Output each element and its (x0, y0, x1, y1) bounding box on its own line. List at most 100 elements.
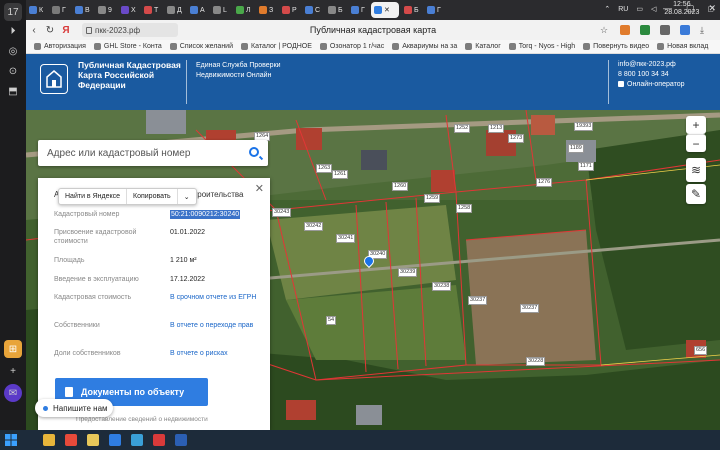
browser-tab[interactable]: Г (348, 2, 369, 18)
close-tab-icon[interactable]: ✕ (384, 6, 390, 14)
browser-tab[interactable]: Л (233, 2, 254, 18)
contact-email[interactable]: info@пкк-2023.рф (618, 60, 685, 70)
browser-tab[interactable]: Х (118, 2, 139, 18)
browser-tab[interactable]: А (187, 2, 208, 18)
zoom-in-button[interactable]: + (686, 116, 706, 134)
extension-icon[interactable] (640, 25, 650, 35)
clock[interactable]: 12:56 28.08.2023 (664, 1, 699, 17)
windows-start-icon[interactable] (0, 431, 22, 449)
cadastral-value-link[interactable]: В срочном отчете из ЕГРН (170, 293, 266, 302)
word-icon[interactable] (170, 431, 192, 449)
tray-chevron-icon[interactable]: ⌃ (604, 5, 610, 13)
browser-tab[interactable]: Р (279, 2, 300, 18)
parcel-number[interactable]: 54 (326, 316, 337, 325)
volume-icon[interactable]: ◁ (651, 5, 656, 13)
parcel-number[interactable]: 1213 (488, 124, 505, 133)
notifications-icon[interactable]: ▢ (707, 5, 714, 13)
parcel-number[interactable]: 1261 (332, 170, 349, 179)
parcel-number[interactable]: 1273 (508, 134, 525, 143)
bookmark-icon[interactable]: ☆ (600, 25, 610, 35)
browser-tab[interactable]: В (72, 2, 93, 18)
parcel-number[interactable]: 30242 (304, 222, 324, 231)
download-icon[interactable]: ⤓ (700, 25, 710, 35)
bookmark-item[interactable]: Аквариумы на за (392, 43, 457, 50)
owners-link[interactable]: В отчете о переходе прав (170, 321, 266, 330)
chevron-down-icon[interactable]: ⌄ (178, 189, 196, 204)
bookmark-item[interactable]: Новая вклад (657, 43, 708, 50)
copy-button[interactable]: Копировать (127, 189, 178, 204)
alice-icon[interactable]: ◎ (4, 42, 22, 60)
browser-tab[interactable]: Б (401, 2, 422, 18)
cadastral-number-value[interactable]: 50:21:0090212:30240 (170, 210, 241, 219)
browser-tab[interactable]: Г (424, 2, 445, 18)
folder-icon[interactable] (82, 431, 104, 449)
language-indicator[interactable]: RU (618, 6, 628, 13)
network-icon[interactable]: ▭ (636, 5, 643, 13)
parcel-number[interactable]: 30228 (526, 357, 546, 366)
contact-phone[interactable]: 8 800 100 34 34 (618, 70, 685, 80)
yandex-home-icon[interactable]: Я (58, 25, 74, 36)
messenger-icon[interactable]: ⊙ (4, 62, 22, 80)
search-input[interactable] (47, 147, 237, 159)
browser-tab[interactable]: Г (49, 2, 70, 18)
extension-icon[interactable] (620, 25, 630, 35)
owner-shares-link[interactable]: В отчете о рисках (170, 349, 266, 358)
parcel-number[interactable]: 1252 (454, 124, 471, 133)
bookmark-item[interactable]: Каталог | РОДНОЕ (241, 43, 312, 50)
parcel-number[interactable]: 1263 (316, 164, 333, 173)
refresh-icon[interactable]: ↻ (42, 25, 58, 36)
url-field[interactable]: пкк-2023.рф (82, 23, 178, 37)
outlook-icon[interactable] (104, 431, 126, 449)
browser-tab[interactable]: L (210, 2, 231, 18)
bookmark-item[interactable]: Список желаний (169, 43, 233, 50)
chrome-icon[interactable] (38, 431, 60, 449)
parcel-number[interactable]: 30241 (336, 234, 356, 243)
yandex-icon[interactable] (60, 431, 82, 449)
bookmark-item[interactable]: Озонатор 1 г/час (319, 43, 384, 50)
search-icon[interactable] (249, 147, 259, 157)
parcel-number[interactable]: 1258 (456, 204, 473, 213)
extension-icon[interactable] (660, 25, 670, 35)
browser-tab[interactable]: З (256, 2, 277, 18)
collections-icon[interactable]: ⊞ (4, 340, 22, 358)
profile-icon[interactable]: ✉ (4, 384, 22, 402)
back-icon[interactable]: ‹ (26, 25, 42, 36)
bookmark-item[interactable]: GHL Store - Конта (93, 43, 162, 50)
picture-icon[interactable] (126, 431, 148, 449)
bookmark-item[interactable]: Повернуть видео (583, 43, 649, 50)
layers-icon[interactable]: ≋ (686, 158, 706, 182)
parcel-number[interactable]: 30237 (468, 296, 488, 305)
bookmark-item[interactable]: Авторизация (34, 43, 86, 50)
play-icon[interactable]: ⏵ (4, 22, 22, 40)
close-icon[interactable]: ✕ (255, 182, 264, 195)
parcel-number[interactable]: 1171 (578, 162, 594, 171)
ruler-icon[interactable]: ✎ (686, 184, 706, 204)
browser-tab[interactable]: К (26, 2, 47, 18)
extension-icon[interactable] (680, 25, 690, 35)
parcel-number[interactable]: 1189 (568, 144, 584, 153)
bookmark-item[interactable]: Torq - Nyos - High (508, 43, 575, 50)
browser-tab[interactable]: Т (141, 2, 162, 18)
parcel-number[interactable]: 1260 (392, 182, 409, 191)
parcel-number[interactable]: 30237 (520, 304, 540, 313)
site-logo[interactable] (40, 64, 68, 94)
media-icon[interactable]: ⬒ (4, 82, 22, 100)
yandex-browser-icon[interactable] (148, 431, 170, 449)
zoom-out-button[interactable]: − (686, 134, 706, 152)
browser-tab[interactable]: Б (325, 2, 346, 18)
parcel-number[interactable]: 30239 (398, 268, 418, 277)
browser-tab[interactable]: 9 (95, 2, 116, 18)
parcel-number[interactable]: 1259 (424, 194, 441, 203)
parcel-number[interactable]: 19393 (574, 122, 594, 131)
parcel-number[interactable]: 1276 (536, 178, 553, 187)
active-browser-tab[interactable]: ✕ (371, 2, 399, 18)
browser-tab[interactable]: Д (164, 2, 185, 18)
bookmark-item[interactable]: Каталог (465, 43, 501, 50)
side-panel-button[interactable]: 17 (4, 3, 22, 21)
add-panel-icon[interactable]: + (4, 362, 22, 380)
chat-button[interactable]: Напишите нам (35, 399, 113, 417)
parcel-number[interactable]: 656 (694, 346, 708, 355)
online-operator-link[interactable]: Онлайн-оператор (618, 80, 685, 90)
browser-tab[interactable]: С (302, 2, 323, 18)
find-in-yandex-button[interactable]: Найти в Яндексе (59, 189, 128, 204)
